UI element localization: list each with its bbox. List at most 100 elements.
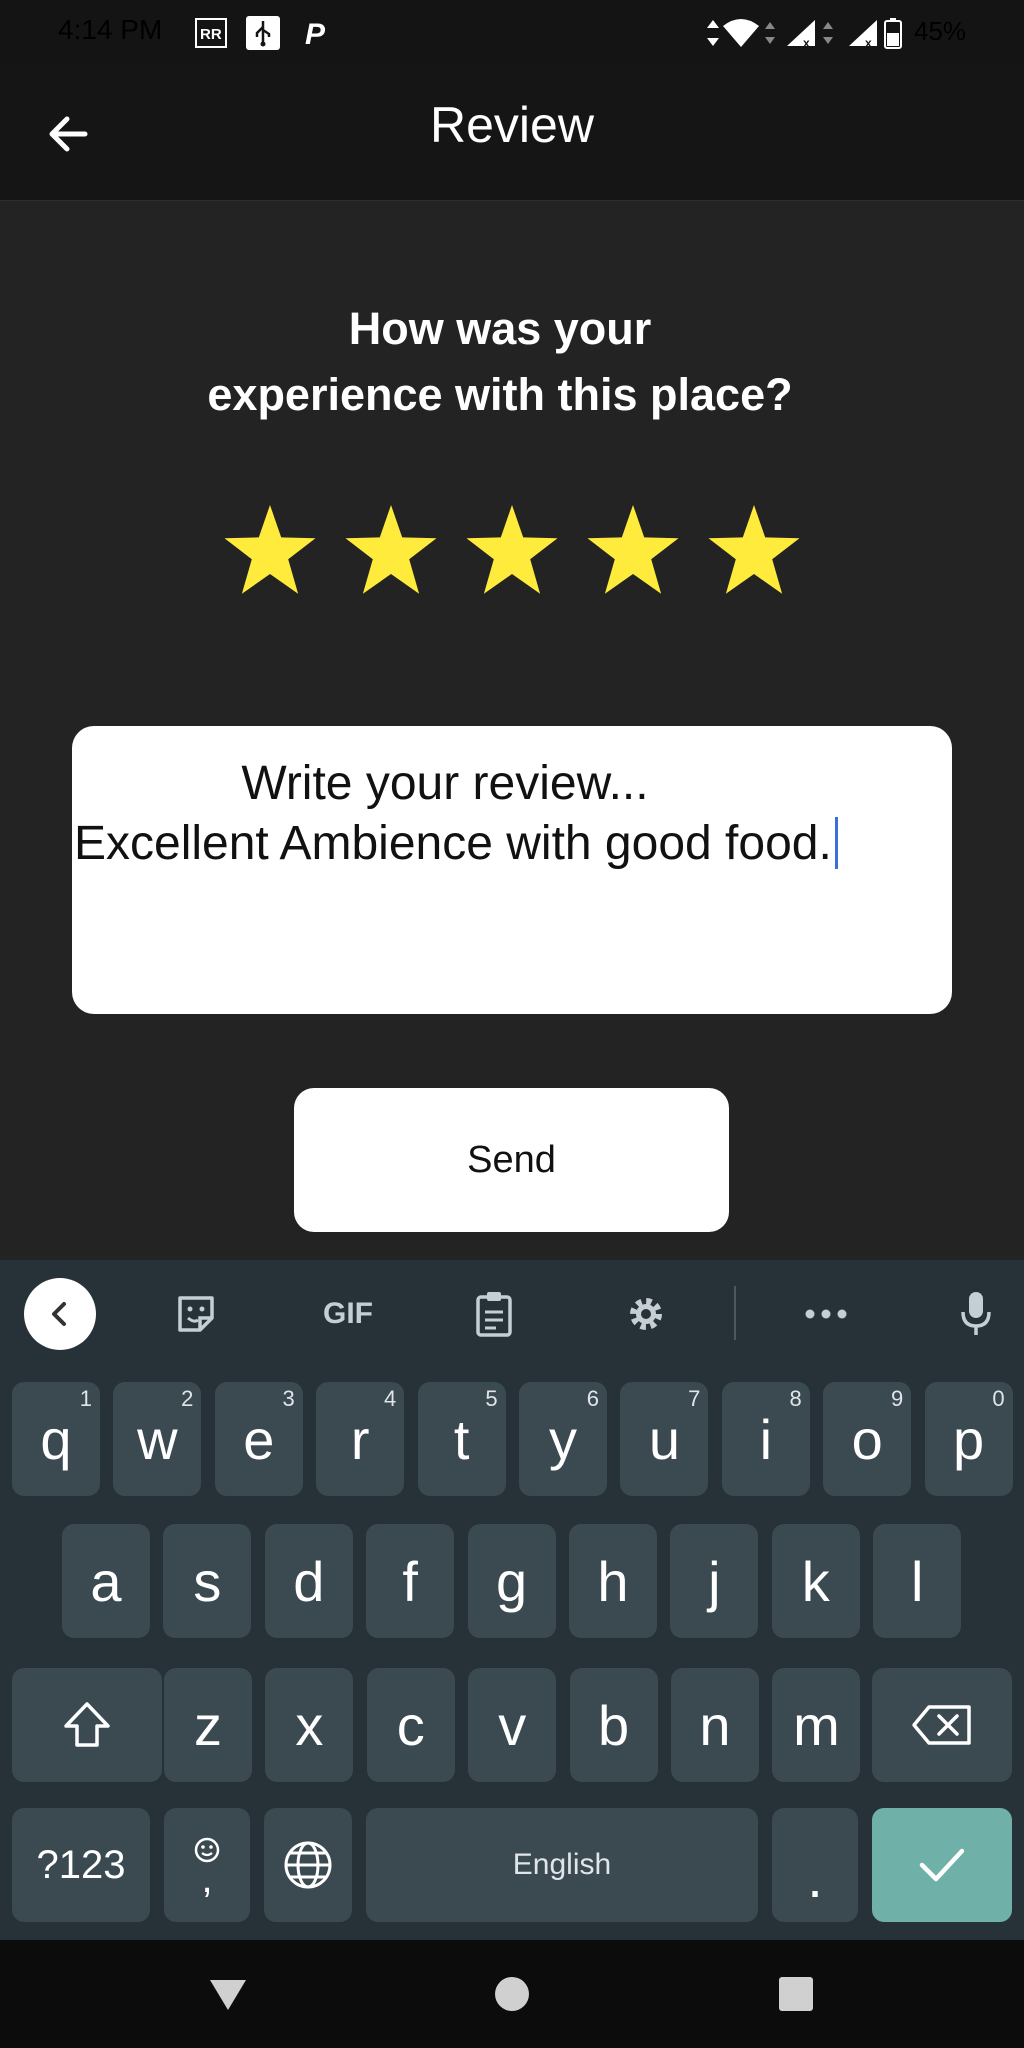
- key-w[interactable]: w2: [113, 1382, 202, 1496]
- key-q[interactable]: q1: [12, 1382, 100, 1496]
- clipboard-icon: [476, 1292, 512, 1337]
- globe-icon: [284, 1841, 332, 1889]
- key-label: k: [801, 1549, 830, 1613]
- key-label: w: [137, 1407, 178, 1471]
- usb-icon: [246, 16, 280, 50]
- gif-button[interactable]: GIF: [310, 1278, 386, 1350]
- more-button[interactable]: [790, 1278, 862, 1350]
- key-x[interactable]: x: [265, 1668, 354, 1782]
- key-u[interactable]: u7: [620, 1382, 709, 1496]
- key-y[interactable]: y6: [519, 1382, 607, 1496]
- star-5[interactable]: [704, 500, 804, 600]
- key-r[interactable]: r4: [316, 1382, 405, 1496]
- nav-back-button[interactable]: [196, 1962, 260, 2026]
- enter-key[interactable]: [872, 1808, 1012, 1922]
- battery-icon: [882, 16, 904, 50]
- nav-recents-button[interactable]: [764, 1962, 828, 2026]
- period-key[interactable]: .: [772, 1808, 858, 1922]
- key-n[interactable]: n: [671, 1668, 759, 1782]
- key-label: a: [90, 1549, 122, 1613]
- key-c[interactable]: c: [366, 1668, 455, 1782]
- keyboard-back-button[interactable]: [24, 1278, 96, 1350]
- key-hint: 1: [79, 1386, 92, 1411]
- key-h[interactable]: h: [569, 1524, 657, 1638]
- sticker-button[interactable]: [160, 1278, 232, 1350]
- key-label: v: [498, 1693, 527, 1757]
- key-j[interactable]: j: [670, 1524, 759, 1638]
- toolbar-divider: [734, 1286, 736, 1340]
- clipboard-button[interactable]: [458, 1278, 530, 1350]
- star-2[interactable]: [341, 500, 441, 600]
- key-label: n: [699, 1693, 731, 1757]
- review-text-value: Excellent Ambience with good food.: [74, 817, 832, 870]
- key-label: x: [295, 1693, 324, 1757]
- shift-key[interactable]: [12, 1668, 162, 1782]
- space-key[interactable]: English: [366, 1808, 758, 1922]
- key-p[interactable]: p0: [924, 1382, 1013, 1496]
- key-v[interactable]: v: [468, 1668, 557, 1782]
- key-hint: 9: [890, 1386, 904, 1411]
- key-label: o: [851, 1407, 883, 1471]
- data-arrows-icon: [820, 16, 836, 50]
- emoji-comma-key[interactable]: ,: [164, 1808, 250, 1922]
- key-label: c: [396, 1693, 425, 1757]
- nav-home-button[interactable]: [480, 1962, 544, 2026]
- key-hint: 7: [688, 1386, 701, 1411]
- text-caret: [834, 817, 838, 869]
- key-g[interactable]: g: [467, 1524, 556, 1638]
- key-label: p: [953, 1407, 985, 1471]
- key-d[interactable]: d: [264, 1524, 353, 1638]
- status-time: 4:14 PM: [58, 14, 163, 45]
- star-3[interactable]: [462, 500, 562, 600]
- signal-icon: x: [784, 16, 818, 50]
- svg-text:RR: RR: [200, 26, 222, 43]
- key-hint: 3: [282, 1386, 295, 1411]
- star-4[interactable]: [583, 500, 683, 600]
- key-label: r: [350, 1407, 370, 1471]
- key-k[interactable]: k: [771, 1524, 860, 1638]
- svg-text:x: x: [803, 36, 810, 48]
- key-label: j: [708, 1549, 721, 1613]
- key-f[interactable]: f: [366, 1524, 455, 1638]
- key-label: s: [193, 1549, 222, 1613]
- wifi-icon: [716, 16, 766, 50]
- mic-icon: [961, 1292, 991, 1335]
- key-o[interactable]: o9: [823, 1382, 912, 1496]
- key-z[interactable]: z: [164, 1668, 252, 1782]
- key-l[interactable]: l: [873, 1524, 962, 1638]
- key-e[interactable]: e3: [214, 1382, 303, 1496]
- star-icon: [345, 505, 437, 594]
- language-key[interactable]: [264, 1808, 352, 1922]
- key-a[interactable]: a: [62, 1524, 150, 1638]
- review-placeholder: Write your review...: [241, 757, 649, 810]
- key-m[interactable]: m: [772, 1668, 861, 1782]
- key-label: e: [243, 1407, 275, 1471]
- star-icon: [466, 505, 558, 594]
- send-button[interactable]: Send: [294, 1088, 729, 1232]
- key-label: l: [910, 1549, 924, 1613]
- key-t[interactable]: t5: [417, 1382, 506, 1496]
- star-icon: [708, 505, 800, 594]
- key-b[interactable]: b: [569, 1668, 658, 1782]
- review-text[interactable]: Excellent Ambience with good food.: [74, 816, 838, 871]
- p-app-icon: P: [300, 16, 334, 50]
- key-hint: 8: [789, 1386, 802, 1411]
- settings-icon: [630, 1298, 662, 1330]
- key-hint: 5: [485, 1386, 498, 1411]
- key-s[interactable]: s: [163, 1524, 252, 1638]
- key-i[interactable]: i8: [721, 1382, 810, 1496]
- svg-text:P: P: [305, 18, 326, 49]
- mic-button[interactable]: [940, 1278, 1012, 1350]
- settings-button[interactable]: [610, 1278, 682, 1350]
- sticker-icon: [178, 1296, 214, 1332]
- key-hint: 2: [181, 1386, 194, 1411]
- gif-icon: GIF: [323, 1297, 373, 1330]
- star-1[interactable]: [220, 500, 320, 600]
- star-icon: [587, 505, 679, 594]
- symbols-key[interactable]: ?123: [12, 1808, 150, 1922]
- back-triangle-icon: [210, 1980, 246, 2010]
- home-circle-icon: [495, 1977, 529, 2011]
- backspace-key[interactable]: [872, 1668, 1012, 1782]
- key-label: h: [597, 1549, 629, 1613]
- comma-label: ,: [201, 1857, 213, 1901]
